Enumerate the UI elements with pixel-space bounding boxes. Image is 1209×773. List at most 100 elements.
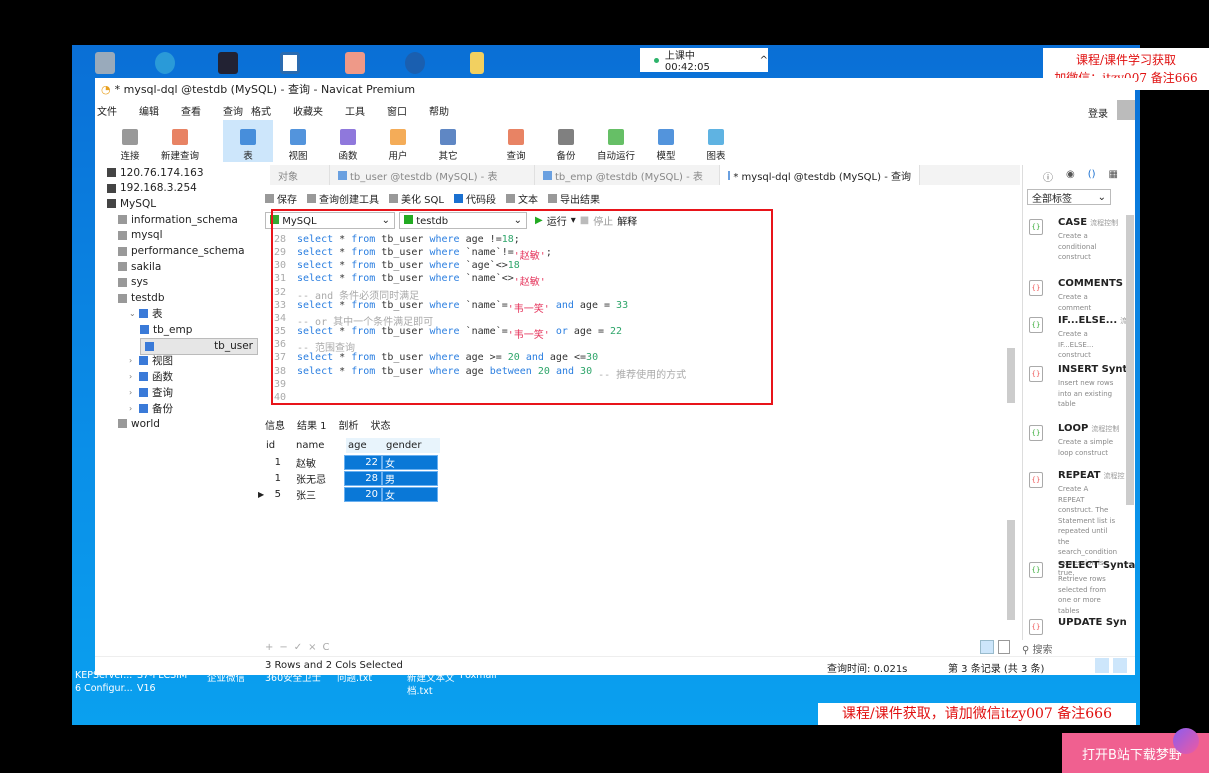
tree-item[interactable]: sakila	[118, 259, 161, 274]
form-view-icon[interactable]	[998, 640, 1010, 654]
query-builder-button[interactable]: 查询创建工具	[307, 191, 379, 206]
preview-icon[interactable]: ◉	[1066, 169, 1075, 184]
info-icon[interactable]: ⓘ	[1043, 169, 1053, 184]
cell-gender[interactable]: 女	[382, 486, 438, 502]
folder-icon[interactable]	[470, 52, 484, 74]
chevron-right-icon[interactable]: ›	[129, 404, 135, 413]
code-snippet-button[interactable]: 代码段	[453, 191, 496, 206]
menu-item[interactable]: 窗口	[387, 103, 407, 118]
desktop-icon-label[interactable]: 企业微信	[207, 670, 245, 684]
tree-item[interactable]: sys	[118, 275, 148, 290]
snippet-scrollbar[interactable]	[1126, 215, 1134, 505]
tab[interactable]: tb_user @testdb (MySQL) - 表	[330, 165, 535, 185]
grid-icon[interactable]: ▦	[1109, 169, 1118, 184]
table-row[interactable]: 1 张无忌 28 男	[262, 470, 438, 486]
column-header[interactable]: id	[266, 438, 286, 453]
tree-item[interactable]: MySQL	[107, 196, 156, 211]
editor-scrollbar[interactable]	[1007, 348, 1015, 403]
cell-id[interactable]: 5	[264, 487, 284, 502]
toolbar-chart-button[interactable]: 图表	[691, 120, 741, 162]
cell-age[interactable]: 20	[344, 486, 382, 502]
menu-item[interactable]: 文件	[97, 103, 117, 118]
result-tab[interactable]: 剖析	[339, 417, 359, 434]
tree-item[interactable]: tb_user	[140, 337, 258, 355]
tree-item[interactable]: › 函数	[129, 369, 173, 384]
k-app-icon[interactable]	[405, 52, 425, 74]
menu-item[interactable]: 查询	[223, 103, 243, 118]
cell-age[interactable]: 22	[344, 454, 382, 470]
cell-name[interactable]: 张三	[294, 487, 342, 502]
cell-id[interactable]: 1	[264, 471, 284, 486]
toolbar-user-button[interactable]: 用户	[373, 120, 423, 162]
toolbar-connect-button[interactable]: 连接	[105, 120, 155, 162]
tree-item[interactable]: 192.168.3.254	[107, 181, 197, 196]
tree-item[interactable]: mysql	[118, 228, 163, 243]
export-button[interactable]: 导出结果	[547, 191, 600, 206]
chevron-right-icon[interactable]: ›	[129, 356, 135, 365]
desktop-icon-label[interactable]: KEPServer...	[75, 670, 132, 681]
result-scrollbar[interactable]	[1007, 520, 1015, 620]
chevron-down-icon[interactable]: ⌄	[129, 309, 136, 318]
text-button[interactable]: 文本	[505, 191, 538, 206]
tree-item[interactable]: › 视图	[129, 353, 173, 368]
desktop-icon-label[interactable]: V16	[137, 683, 156, 694]
avatar[interactable]	[1117, 100, 1135, 120]
result-tab[interactable]: 状态	[371, 417, 391, 434]
cell-name[interactable]: 张无忌	[294, 471, 342, 486]
desktop-icon-label[interactable]: S7-PLCSIM	[137, 670, 187, 681]
cell-age[interactable]: 28	[344, 470, 382, 486]
menu-item[interactable]: 收藏夹	[293, 103, 323, 118]
toolbar-view-button[interactable]: 视图	[273, 120, 323, 162]
desktop-icon-label[interactable]: 新建文本文	[407, 670, 455, 684]
menu-item[interactable]: 查看	[181, 103, 201, 118]
snippet-tag-filter[interactable]: 全部标签 ⌄	[1027, 189, 1111, 205]
tab[interactable]: 对象	[270, 165, 330, 185]
tree-item[interactable]: tb_emp	[140, 322, 192, 337]
desktop-icon-label[interactable]: 6 Configur...	[75, 683, 133, 694]
toolbar-other-button[interactable]: 其它	[423, 120, 473, 162]
column-header[interactable]: gender	[384, 437, 440, 453]
code-snippet-icon[interactable]: ()	[1088, 169, 1096, 184]
snippet-search[interactable]: ⚲ 搜索	[1022, 641, 1053, 656]
cell-gender[interactable]: 女	[382, 454, 438, 470]
toolbar-function-button[interactable]: 函数	[323, 120, 373, 162]
toolbar-schedule-button[interactable]: 自动运行	[591, 120, 641, 162]
desktop-icon-label[interactable]: 档.txt	[407, 683, 433, 697]
tree-item[interactable]: information_schema	[118, 212, 238, 227]
chevron-right-icon[interactable]: ›	[129, 372, 135, 381]
desktop-icon-label[interactable]: 360安全卫士	[265, 670, 321, 684]
column-header[interactable]: age	[346, 437, 384, 453]
tia-portal-icon[interactable]	[218, 52, 238, 74]
menu-item[interactable]: 帮助	[429, 103, 449, 118]
panel-toggle-right[interactable]	[1113, 658, 1127, 673]
beautify-button[interactable]: 美化 SQL	[389, 191, 444, 206]
result-tab[interactable]: 结果 1	[297, 417, 327, 434]
tab[interactable]: tb_emp @testdb (MySQL) - 表	[535, 165, 720, 185]
login-button[interactable]: 登录	[1088, 105, 1108, 120]
app-icon[interactable]	[345, 52, 365, 74]
caret-icon[interactable]: ^	[760, 55, 768, 66]
grid-edit-buttons[interactable]: +−✓×C	[265, 642, 336, 653]
table-row[interactable]: 1 赵敏 22 女	[262, 454, 438, 470]
tree-item[interactable]: testdb	[118, 291, 165, 306]
grid-view-icon[interactable]	[980, 640, 994, 654]
toolbar-table-button[interactable]: 表	[223, 120, 273, 162]
column-header[interactable]: name	[296, 438, 344, 453]
tree-item[interactable]: performance_schema	[118, 244, 245, 259]
tree-item[interactable]: › 备份	[129, 401, 173, 416]
recycle-bin-icon[interactable]	[95, 52, 115, 74]
menu-item[interactable]: 编辑	[139, 103, 159, 118]
toolbar-new-query-button[interactable]: 新建查询	[155, 120, 205, 162]
chevron-right-icon[interactable]: ›	[129, 388, 135, 397]
menu-item[interactable]: 工具	[345, 103, 365, 118]
cell-name[interactable]: 赵敏	[294, 455, 342, 470]
tab[interactable]: * mysql-dql @testdb (MySQL) - 查询	[720, 165, 920, 185]
save-button[interactable]: 保存	[265, 191, 297, 206]
cell-id[interactable]: 1	[264, 455, 284, 470]
result-tab[interactable]: 信息	[265, 417, 285, 434]
toolbar-backup-button[interactable]: 备份	[541, 120, 591, 162]
tree-item[interactable]: world	[118, 416, 160, 431]
cell-gender[interactable]: 男	[382, 470, 438, 486]
tree-item[interactable]: ⌄ 表	[129, 306, 163, 321]
app-icon[interactable]	[280, 52, 300, 74]
